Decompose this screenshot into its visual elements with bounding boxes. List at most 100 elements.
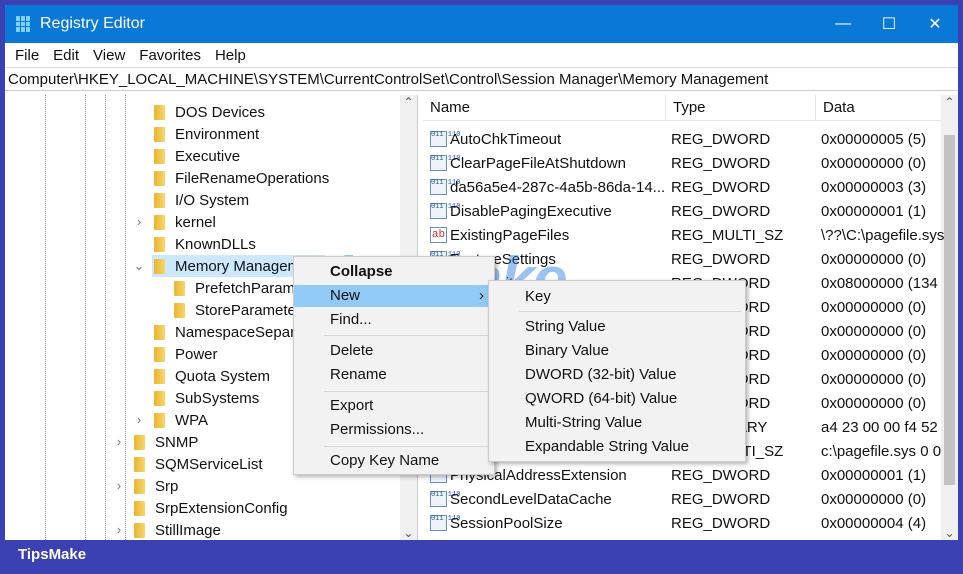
tree-item[interactable]: SrpExtensionConfig [132, 497, 292, 519]
submenu-item-key[interactable]: Key [489, 286, 745, 308]
value-name: ExistingPageFiles [450, 226, 570, 244]
value-data: \??\C:\pagefile.sys [821, 226, 945, 244]
tree-item[interactable]: Power [152, 343, 222, 365]
context-menu-item-collapse[interactable]: Collapse [294, 261, 494, 283]
value-type: REG_DWORD [671, 202, 771, 220]
scroll-down-icon[interactable]: ⌄ [400, 526, 417, 540]
expand-chevron-icon[interactable]: › [132, 412, 146, 427]
menu-view[interactable]: View [86, 47, 132, 64]
context-menu-item-permissions[interactable]: Permissions... [294, 419, 494, 441]
menu-item-label: QWORD (64-bit) Value [525, 390, 678, 407]
expand-chevron-icon[interactable]: › [112, 434, 126, 449]
new-submenu: Key String Value Binary Value DWORD (32-bit… [488, 280, 746, 462]
submenu-item-dword-32-bit-value[interactable]: DWORD (32-bit) Value [489, 364, 745, 386]
value-data: a4 23 00 00 f4 52 [821, 418, 938, 436]
scroll-thumb[interactable] [944, 135, 955, 485]
submenu-item-string-value[interactable]: String Value [489, 316, 745, 338]
scroll-up-icon[interactable]: ⌃ [400, 95, 417, 109]
tree-item[interactable]: StillImage [132, 519, 225, 540]
menu-item-label: New [330, 287, 361, 304]
collapse-chevron-icon[interactable]: ⌄ [132, 258, 146, 274]
tree-item-label: StoreParameters [195, 301, 309, 319]
context-menu: Collapse New › Find... Delete Rename Export Per… [293, 256, 495, 475]
value-type: REG_DWORD [671, 466, 771, 484]
submenu-item-qword-64-bit-value[interactable]: QWORD (64-bit) Value [489, 388, 745, 410]
column-data[interactable]: Data [816, 95, 946, 121]
value-name: SecondLevelDataCache [450, 490, 612, 508]
tree-item[interactable]: SubSystems [152, 387, 263, 409]
expand-chevron-icon[interactable]: › [112, 522, 126, 537]
tree-item-label: Power [175, 345, 218, 363]
context-menu-item-new[interactable]: New › [294, 285, 494, 307]
tree-item[interactable]: DOS Devices [152, 101, 269, 123]
context-menu-item-export[interactable]: Export [294, 395, 494, 417]
tree-item-label: DOS Devices [175, 103, 266, 121]
folder-icon [154, 148, 165, 164]
scroll-up-icon[interactable]: ⌃ [941, 95, 958, 109]
column-type[interactable]: Type [666, 95, 816, 121]
window-title: Registry Editor [40, 15, 145, 32]
value-row[interactable]: ab ExistingPageFiles REG_MULTI_SZ \??\C:\pa… [423, 223, 945, 247]
tree-item[interactable]: Quota System [152, 365, 274, 387]
tree-item-label: Srp [155, 477, 179, 495]
value-name: SessionPoolSize [450, 514, 563, 532]
tree-item[interactable]: Srp [132, 475, 182, 497]
context-menu-item-rename[interactable]: Rename [294, 364, 494, 386]
value-data: 0x08000000 (134 [821, 274, 938, 292]
value-row[interactable]: 011 110 SessionPoolSize REG_DWORD 0x0000000… [423, 511, 941, 535]
address-bar[interactable]: Computer\HKEY_LOCAL_MACHINE\SYSTEM\Curre… [5, 67, 958, 91]
menu-item-label: Expandable String Value [525, 438, 690, 455]
column-name[interactable]: Name [423, 95, 666, 121]
context-menu-item-find[interactable]: Find... [294, 309, 494, 331]
scroll-down-icon[interactable]: ⌄ [941, 526, 958, 540]
value-row[interactable]: 011 110 AutoChkTimeout REG_DWORD 0x00000005… [423, 127, 941, 151]
menu-favorites[interactable]: Favorites [132, 47, 208, 64]
tree-item[interactable]: KnownDLLs [152, 233, 260, 255]
submenu-item-binary-value[interactable]: Binary Value [489, 340, 745, 362]
folder-icon [154, 412, 165, 428]
binary-value-icon: 011 110 [430, 515, 460, 531]
tree-item[interactable]: SQMServiceList [132, 453, 267, 475]
maximize-button[interactable]: ☐ [866, 5, 912, 43]
menu-help[interactable]: Help [208, 47, 253, 64]
context-menu-item-copy-key-name[interactable]: Copy Key Name [294, 450, 494, 472]
value-row[interactable]: 011 110PhysicalAddressExtensionREG_DWORD… [423, 463, 941, 487]
folder-icon [154, 126, 165, 142]
value-type: REG_DWORD [671, 130, 771, 148]
folder-icon [154, 104, 165, 120]
value-data: 0x00000001 (1) [821, 202, 927, 220]
value-row[interactable]: 011 110 FeatureSettings REG_DWORD 0x0000000… [423, 247, 941, 271]
value-row[interactable]: 011 110 da56a5e4-287c-4a5b-86da-14... REG_… [423, 175, 941, 199]
value-row[interactable]: 011 110 DisablePagingExecutive REG_DWORD 0x… [423, 199, 941, 223]
tree-item[interactable]: kernel [152, 211, 220, 233]
menu-item-label: Delete [330, 342, 374, 359]
menu-file[interactable]: File [8, 47, 46, 64]
expand-chevron-icon[interactable]: › [132, 214, 146, 229]
value-data: 0x00000000 (0) [821, 298, 927, 316]
list-scrollbar[interactable]: ⌃ ⌄ [941, 95, 958, 540]
menu-item-label: Permissions... [330, 421, 425, 438]
submenu-item-multi-string-value[interactable]: Multi-String Value [489, 412, 745, 434]
menu-edit[interactable]: Edit [46, 47, 86, 64]
tree-item[interactable]: Environment [152, 123, 263, 145]
expand-chevron-icon[interactable]: › [112, 478, 126, 493]
tree-item[interactable]: Executive [152, 145, 244, 167]
value-row[interactable]: 011 110 SecondLevelDataCache REG_DWORD 0x00… [423, 487, 941, 511]
submenu-item-expandable-string-value[interactable]: Expandable String Value [489, 436, 745, 458]
tree-item[interactable]: SNMP [132, 431, 202, 453]
value-name: da56a5e4-287c-4a5b-86da-14... [450, 178, 666, 196]
minimize-button[interactable]: — [820, 5, 866, 43]
tree-item[interactable]: FileRenameOperations [152, 167, 333, 189]
folder-icon [154, 236, 165, 252]
tree-item[interactable]: WPA [152, 409, 212, 431]
tree-item[interactable]: I/O System [152, 189, 253, 211]
binary-value-icon: 011 110 [430, 179, 460, 195]
value-row[interactable]: 011 110 ClearPageFileAtShutdown REG_DWORD 0… [423, 151, 941, 175]
list-header: Name Type Data [423, 95, 941, 121]
value-data: 0x00000000 (0) [821, 346, 927, 364]
tree-item[interactable]: StoreParameters [172, 299, 312, 321]
close-button[interactable]: ✕ [912, 5, 958, 43]
value-data: 0x00000003 (3) [821, 178, 927, 196]
folder-icon [174, 302, 185, 318]
context-menu-item-delete[interactable]: Delete [294, 340, 494, 362]
